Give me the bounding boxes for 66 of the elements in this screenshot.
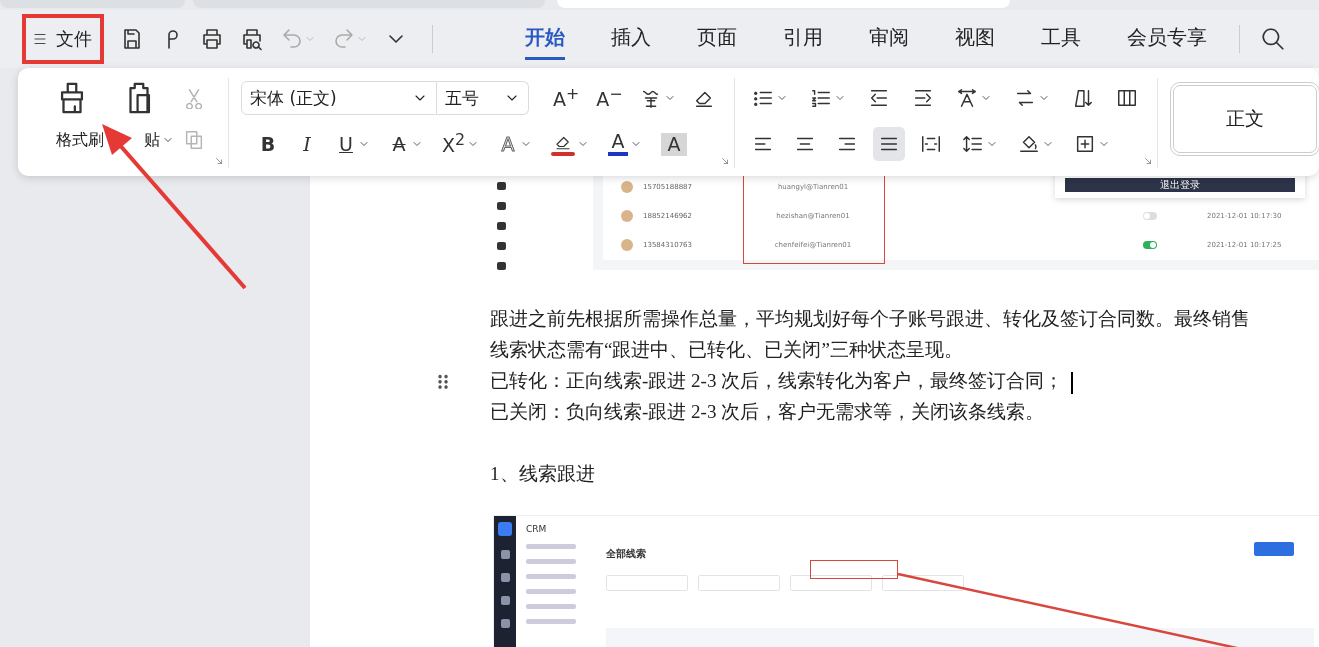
text-direction-icon — [955, 87, 978, 109]
file-menu-button[interactable]: 文件 — [22, 14, 104, 64]
paragraph-text: 跟进之前先根据所需操作总量，平均规划好每个子账号跟进、转化及签订合同数。最终销售 — [490, 308, 1250, 329]
shrink-button[interactable]: A$^{−}$ — [591, 81, 628, 115]
page-title: 全部线索 — [606, 547, 646, 561]
grow-button[interactable]: A$^{+}$ — [548, 81, 585, 115]
avatar-icon — [621, 239, 633, 252]
format-painter-label-button[interactable]: 格式刷 — [56, 129, 104, 151]
avatar-icon — [621, 210, 633, 222]
paint-bucket-icon — [1017, 133, 1040, 155]
sidebar-icon — [497, 242, 506, 250]
bold-button[interactable]: B — [253, 127, 283, 161]
expand-icon — [1142, 156, 1153, 166]
menu-item-bar — [526, 619, 576, 624]
ribbon-tab[interactable]: 视图 — [955, 18, 995, 60]
menu-item-bar — [526, 544, 576, 549]
sidebar-icon — [500, 596, 510, 605]
font-size-select[interactable]: 五号 — [437, 81, 529, 115]
ribbon-tab[interactable]: 开始 — [525, 18, 565, 60]
copy-icon — [183, 129, 205, 151]
font-family-select[interactable]: 宋体 (正文) — [241, 81, 437, 115]
style-preset[interactable]: 正文 — [1169, 82, 1319, 156]
distribute-icon — [919, 133, 942, 155]
justify-button[interactable] — [872, 127, 905, 161]
sidebar-icon — [497, 202, 506, 210]
scissors-icon — [183, 87, 205, 109]
paragraph-text: 已关闭：负向线索-跟进 2-3 次后，客户无需求等，关闭该条线索。 — [490, 401, 1045, 422]
undo-icon — [280, 27, 304, 51]
expand-icon — [214, 156, 224, 166]
ribbon-tab[interactable]: 审阅 — [869, 18, 909, 60]
avatar-icon — [621, 180, 633, 193]
font-color-button[interactable]: A — [603, 127, 648, 161]
menu-item-bar — [526, 589, 576, 594]
ribbon-tab[interactable]: 引用 — [783, 18, 823, 60]
logo-icon — [498, 522, 512, 536]
ribbon-tab[interactable]: 工具 — [1041, 18, 1081, 60]
menu-item-bar — [526, 559, 576, 564]
sidebar-icon — [497, 222, 506, 230]
paragraph-text: 线索状态需有“跟进中、已转化、已关闭”三种状态呈现。 — [490, 339, 963, 360]
strike-button[interactable]: A — [384, 127, 428, 161]
print-preview-icon — [240, 27, 264, 51]
expand-icon — [719, 156, 730, 166]
menu-item-bar — [526, 574, 576, 579]
sidebar-icon — [500, 573, 510, 582]
underline-button[interactable]: U — [331, 127, 375, 161]
sidebar-icon — [497, 182, 506, 190]
paste-label-button[interactable]: 贴 — [144, 129, 174, 151]
paragraph-text: 已转化：正向线索-跟进 2-3 次后，线索转化为客户，最终签订合同； — [490, 370, 1064, 391]
ribbon-tab[interactable]: 页面 — [697, 18, 737, 60]
numbered-list-icon — [809, 87, 832, 109]
italic-button[interactable]: I — [292, 127, 322, 161]
ribbon-tab[interactable]: 会员专享 — [1127, 18, 1207, 60]
app-name: CRM — [526, 524, 548, 534]
heading-text: 1、线索跟进 — [490, 463, 595, 484]
menu-icon — [34, 32, 46, 46]
printer-icon — [200, 27, 224, 51]
line-spacing-icon — [961, 133, 984, 155]
columns-icon — [1115, 87, 1138, 109]
sidebar-icon — [500, 619, 510, 628]
sidebar-icon — [497, 262, 506, 270]
redo-icon — [332, 27, 356, 51]
superscript-button[interactable]: X$^{2}$ — [437, 127, 485, 161]
menu-item-bar — [526, 604, 576, 609]
search-icon — [1260, 26, 1286, 52]
ribbon-tab[interactable]: 插入 — [611, 18, 651, 60]
sidebar-icon — [500, 550, 510, 559]
